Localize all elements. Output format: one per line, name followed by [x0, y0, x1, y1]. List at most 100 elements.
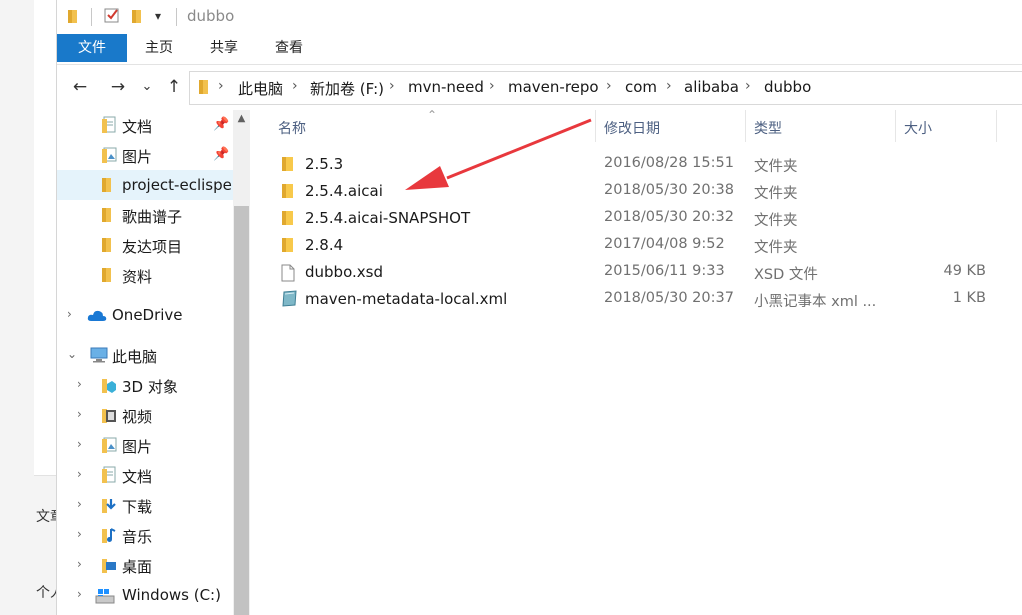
file-row[interactable]: maven-metadata-local.xml 2018/05/30 20:3…	[277, 286, 997, 313]
nav-item-music[interactable]: › 音乐	[57, 520, 233, 550]
properties-icon[interactable]	[103, 6, 121, 28]
column-header-type[interactable]: 类型	[754, 118, 782, 138]
up-button[interactable]: ↑	[163, 76, 185, 98]
nav-item-pictures-pinned[interactable]: 图片 📌	[57, 140, 233, 170]
breadcrumb-this-pc[interactable]: 此电脑	[238, 78, 283, 99]
navigation-pane: 文档 📌 图片 📌 project-eclispe 歌曲谱子 友达项目 资料 ›…	[57, 110, 233, 615]
nav-item-label: 歌曲谱子	[122, 208, 183, 226]
nav-item-videos[interactable]: › 视频	[57, 400, 233, 430]
file-row[interactable]: 2.5.4.aicai 2018/05/30 20:38 文件夹	[277, 178, 997, 205]
navigation-pane-scrollbar[interactable]: ▲	[233, 110, 250, 615]
chevron-right-icon[interactable]: ›	[77, 437, 89, 451]
file-list: ⌃ 名称 修改日期 类型 大小 2.5.3 2016/08/28 15:51 文…	[251, 108, 1022, 615]
nav-item-label: 桌面	[122, 558, 153, 576]
chevron-right-icon[interactable]: ›	[77, 587, 89, 601]
breadcrumb-separator[interactable]: ›	[666, 78, 672, 94]
new-folder-icon[interactable]	[131, 8, 145, 28]
folder-icon	[101, 176, 113, 198]
tab-share[interactable]: 共享	[199, 34, 249, 62]
column-divider[interactable]	[996, 110, 997, 142]
forward-button[interactable]: →	[107, 76, 129, 98]
nav-item-label: project-eclispe	[122, 176, 232, 194]
breadcrumb-separator[interactable]: ›	[745, 78, 751, 94]
breadcrumb-separator[interactable]: ›	[606, 78, 612, 94]
nav-item-documents-pinned[interactable]: 文档 📌	[57, 110, 233, 140]
file-size: 1 KB	[952, 290, 986, 306]
file-row[interactable]: dubbo.xsd 2015/06/11 9:33 XSD 文件 49 KB	[277, 259, 997, 286]
file-name: 2.5.3	[305, 155, 344, 173]
breadcrumb-separator[interactable]: ›	[292, 78, 298, 94]
nav-item-label: 下载	[122, 498, 153, 516]
nav-item-windows-c[interactable]: › Windows (C:)	[57, 580, 233, 610]
nav-item-downloads[interactable]: › 下载	[57, 490, 233, 520]
chevron-right-icon[interactable]: ›	[77, 497, 89, 511]
nav-item-pictures[interactable]: › 图片	[57, 430, 233, 460]
file-type: 小黑记事本 xml ...	[754, 294, 877, 310]
column-header-modified[interactable]: 修改日期	[604, 118, 660, 138]
chevron-right-icon[interactable]: ›	[77, 527, 89, 541]
tab-home[interactable]: 主页	[134, 34, 184, 62]
nav-item-documents[interactable]: › 文档	[57, 460, 233, 490]
nav-item-onedrive[interactable]: › OneDrive	[57, 300, 233, 330]
scroll-up-icon[interactable]: ▲	[233, 110, 250, 128]
this-pc-icon	[89, 347, 109, 367]
breadcrumb-separator[interactable]: ›	[389, 78, 395, 94]
breadcrumb-alibaba[interactable]: alibaba	[684, 78, 739, 96]
nav-item-desktop[interactable]: › 桌面	[57, 550, 233, 580]
nav-item-label: 视频	[122, 408, 153, 426]
chevron-down-icon[interactable]: ⌄	[67, 347, 79, 361]
3d-objects-icon	[101, 376, 117, 398]
file-row[interactable]: 2.5.3 2016/08/28 15:51 文件夹	[277, 151, 997, 178]
breadcrumb-com[interactable]: com	[625, 78, 657, 96]
tab-view[interactable]: 查看	[264, 34, 314, 62]
divider	[176, 8, 177, 26]
title-bar: ▾ dubbo	[57, 0, 1022, 34]
back-button[interactable]: ←	[69, 76, 91, 98]
scrollbar-thumb[interactable]	[234, 206, 249, 615]
file-modified: 2016/08/28 15:51	[604, 155, 734, 171]
recent-locations-button[interactable]: ⌄	[139, 76, 155, 98]
column-divider[interactable]	[745, 110, 746, 142]
pin-icon[interactable]: 📌	[213, 117, 229, 132]
file-row[interactable]: 2.5.4.aicai-SNAPSHOT 2018/05/30 20:32 文件…	[277, 205, 997, 232]
breadcrumb-mvn-need[interactable]: mvn-need	[408, 78, 484, 96]
nav-item-folder[interactable]: 歌曲谱子	[57, 200, 233, 230]
nav-item-folder[interactable]: 资料	[57, 260, 233, 290]
file-name: 2.8.4	[305, 236, 344, 254]
nav-item-label: 此电脑	[112, 348, 158, 366]
nav-item-project-eclispe[interactable]: project-eclispe	[57, 170, 233, 200]
column-header-name[interactable]: 名称	[278, 118, 306, 138]
quick-access-dropdown-icon[interactable]: ▾	[155, 9, 161, 23]
chevron-right-icon[interactable]: ›	[77, 377, 89, 391]
breadcrumb-maven-repo[interactable]: maven-repo	[508, 78, 599, 96]
column-divider[interactable]	[595, 110, 596, 142]
nav-item-label: OneDrive	[112, 306, 183, 324]
chevron-right-icon[interactable]: ›	[77, 407, 89, 421]
folder-icon	[281, 237, 295, 257]
file-type: 文件夹	[754, 213, 798, 229]
folder-icon	[67, 8, 81, 28]
file-row[interactable]: 2.8.4 2017/04/08 9:52 文件夹	[277, 232, 997, 259]
address-bar[interactable]: › 此电脑 › 新加卷 (F:) › mvn-need › maven-repo…	[189, 71, 1022, 105]
chevron-right-icon[interactable]: ›	[77, 467, 89, 481]
nav-item-label: 音乐	[122, 528, 153, 546]
chevron-right-icon[interactable]: ›	[67, 307, 79, 321]
column-header-size[interactable]: 大小	[904, 118, 932, 138]
breadcrumb-separator[interactable]: ›	[218, 78, 224, 94]
nav-item-3d-objects[interactable]: › 3D 对象	[57, 370, 233, 400]
tab-file[interactable]: 文件	[57, 34, 127, 62]
pin-icon[interactable]: 📌	[213, 147, 229, 162]
breadcrumb-separator[interactable]: ›	[489, 78, 495, 94]
nav-item-this-pc[interactable]: ⌄ 此电脑	[57, 340, 233, 370]
nav-item-label: 友达项目	[122, 238, 183, 256]
file-name: dubbo.xsd	[305, 263, 383, 281]
file-name: 2.5.4.aicai-SNAPSHOT	[305, 209, 471, 227]
desktop-icon	[101, 556, 117, 578]
nav-item-folder[interactable]: 友达项目	[57, 230, 233, 260]
divider	[91, 8, 92, 26]
column-divider[interactable]	[895, 110, 896, 142]
chevron-right-icon[interactable]: ›	[77, 557, 89, 571]
breadcrumb-dubbo[interactable]: dubbo	[764, 78, 811, 96]
breadcrumb-drive-f[interactable]: 新加卷 (F:)	[310, 78, 384, 99]
file-modified: 2015/06/11 9:33	[604, 263, 725, 279]
